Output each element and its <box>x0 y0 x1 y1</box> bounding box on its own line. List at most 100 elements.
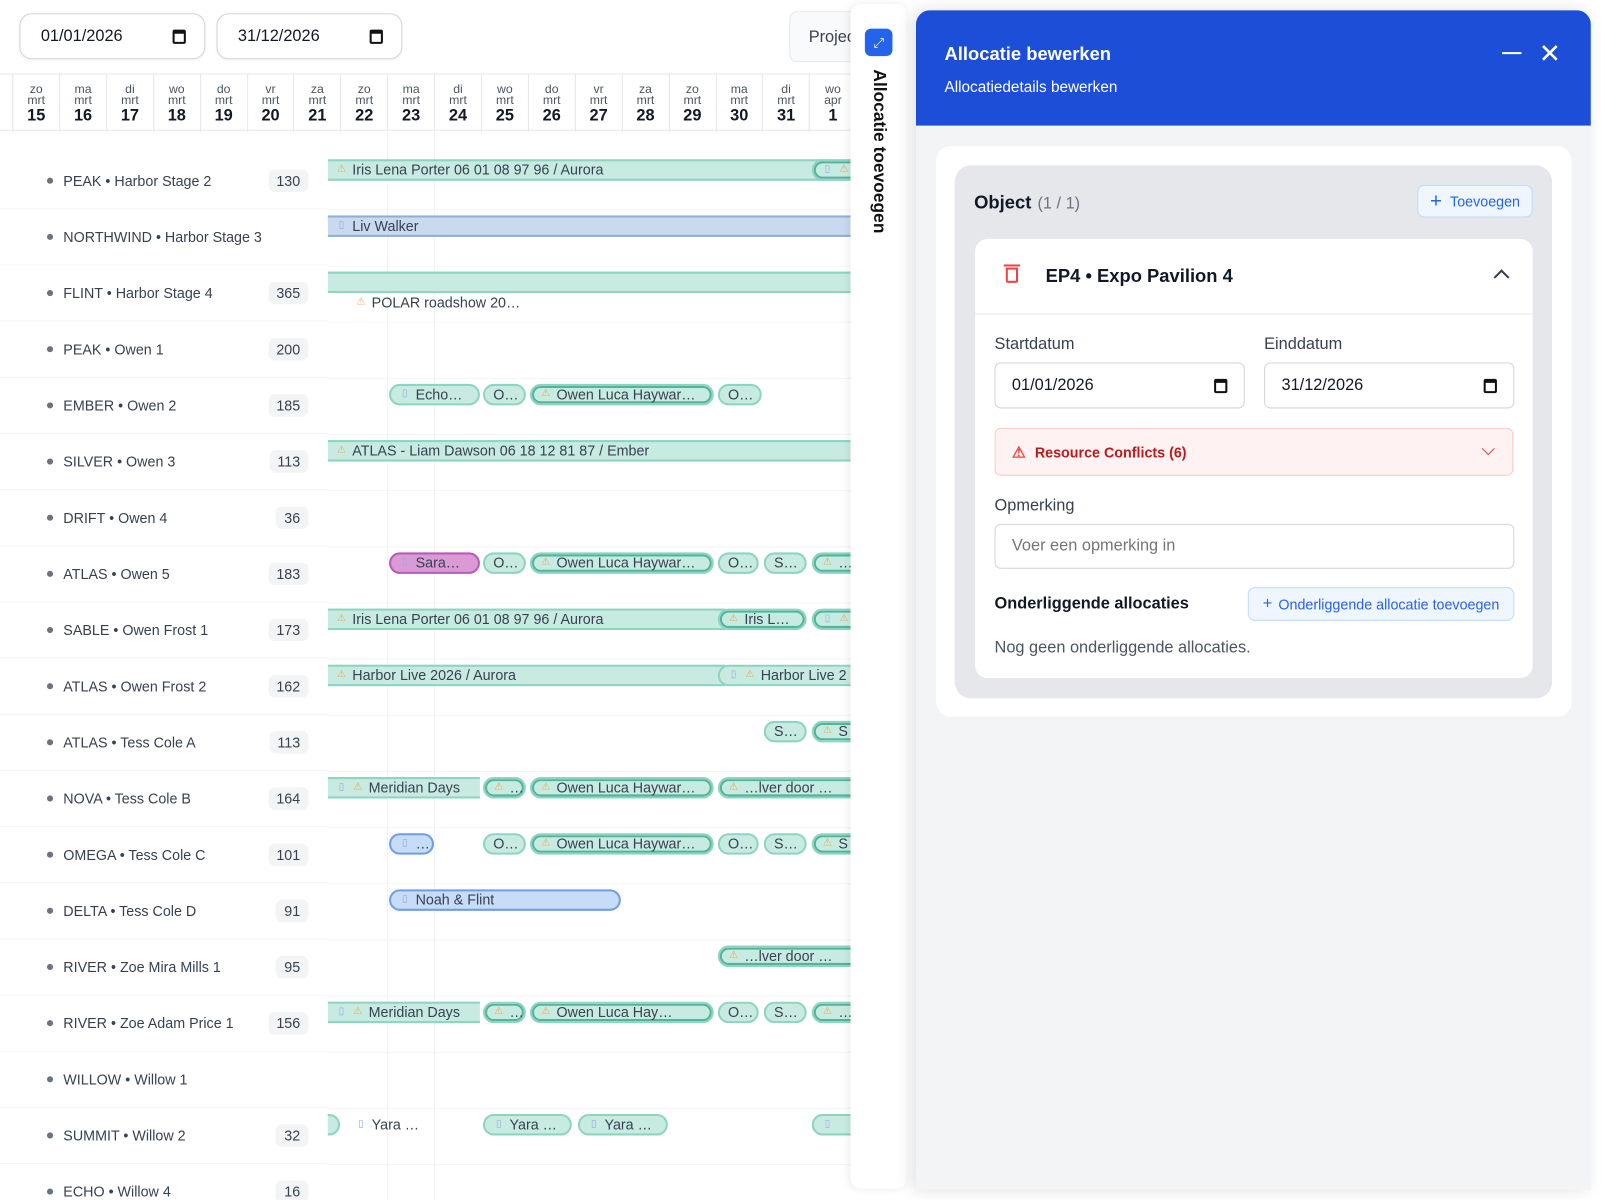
filter-start-date[interactable]: 01/01/2026 <box>19 13 206 60</box>
allocation-bar[interactable]: ⚠ Iris L… <box>717 608 807 630</box>
end-date-label: Einddatum <box>1264 335 1343 354</box>
calendar-icon[interactable] <box>1483 378 1497 393</box>
resource-row[interactable]: SILVER • Owen 3 113 <box>0 434 328 491</box>
resource-row[interactable]: DELTA • Tess Cole D 91 <box>0 883 328 940</box>
add-allocation-tab[interactable]: ⤢ Allocatie toevoegen <box>850 4 907 1189</box>
resource-conflicts-toggle[interactable]: ⚠ Resource Conflicts (6) <box>994 427 1514 476</box>
panel-subtitle: Allocatiedetails bewerken <box>944 78 1118 96</box>
resource-row[interactable]: WILLOW • Willow 1 <box>0 1052 328 1108</box>
allocation-bar[interactable]: ⚠ Owen Luca Haywar… <box>529 551 714 574</box>
allocation-bar[interactable]: ⚠… <box>811 551 851 574</box>
end-date-field[interactable]: 31/12/2026 <box>1264 362 1515 409</box>
allocation-bar[interactable]: ▯ Noah & Flint <box>389 888 621 911</box>
resource-row[interactable]: NOVA • Tess Cole B 164 <box>0 771 328 828</box>
allocation-bar[interactable]: ▯ ⚠ Harbor Live 2 <box>717 664 851 686</box>
allocation-bar[interactable]: ⚠… <box>482 776 526 798</box>
allocation-bar[interactable]: ⚠ Owen Luca Haywar… <box>529 776 714 798</box>
allocation-bar[interactable]: ⚠… <box>482 1001 526 1023</box>
bullet-icon <box>46 233 54 240</box>
allocation-label: POLAR roadshow 20… <box>371 293 521 310</box>
allocation-bar[interactable]: ⚠ Owen Luca Haywar… <box>529 383 714 405</box>
chevron-up-icon[interactable] <box>1493 269 1510 286</box>
resource-count-badge: 162 <box>268 674 309 698</box>
allocation-bar[interactable]: S… <box>763 551 807 574</box>
allocation-label: … <box>509 1003 524 1020</box>
calendar-icon[interactable] <box>369 29 383 44</box>
resource-count-badge: 101 <box>268 843 309 866</box>
resource-row[interactable]: DRIFT • Owen 4 36 <box>0 490 328 547</box>
allocation-bar[interactable]: ▯ Yara … <box>345 1114 470 1135</box>
allocation-bar[interactable]: ⚠ S <box>811 720 851 742</box>
allocation-bar[interactable]: ⚠ POLAR roadshow 20… <box>345 292 613 313</box>
allocation-bar[interactable]: O… <box>482 551 526 574</box>
resource-row[interactable]: SABLE • Owen Frost 1 173 <box>0 602 328 659</box>
filter-end-date[interactable]: 31/12/2026 <box>216 13 403 60</box>
allocation-label: O… <box>728 553 754 571</box>
allocation-bar[interactable]: ⚠ Owen Luca Hay… <box>529 1001 714 1023</box>
allocation-bar[interactable] <box>327 271 851 293</box>
resource-row[interactable]: ECHO • Willow 4 16 <box>0 1164 328 1200</box>
allocation-bar[interactable]: ▯ <box>811 1113 851 1135</box>
allocation-bar[interactable]: ▯ Yara … <box>482 1113 572 1135</box>
allocation-bar[interactable]: O… <box>717 1001 759 1023</box>
add-object-button[interactable]: + Toevoegen <box>1417 184 1533 218</box>
edit-allocation-panel: Allocatie bewerken Allocatiedetails bewe… <box>915 10 1591 1190</box>
close-icon[interactable]: ✕ <box>1539 40 1561 67</box>
allocation-bar[interactable]: ▯ Yara … <box>577 1113 668 1135</box>
allocation-bar[interactable]: O… <box>482 383 526 405</box>
add-sub-allocation-button[interactable]: + Onderliggende allocatie toevoegen <box>1247 587 1515 621</box>
allocation-label: S… <box>773 553 798 571</box>
resource-row[interactable]: NORTHWIND • Harbor Stage 3 <box>0 209 328 266</box>
allocation-bar[interactable]: ⚠… <box>811 1001 851 1023</box>
allocation-bar[interactable]: ⚠ …lver door … <box>717 945 851 967</box>
allocation-bar[interactable]: ⚠ ATLAS - Liam Dawson 06 18 12 81 87 / Em… <box>327 439 851 462</box>
resource-row[interactable]: EMBER • Owen 2 185 <box>0 378 328 434</box>
allocation-bar[interactable]: ▯ Echo… <box>389 383 480 405</box>
allocation-bar[interactable]: ⚠ Iris Lena Porter 06 01 08 97 96 / Auror… <box>327 158 851 181</box>
object-item-header[interactable]: EP4 • Expo Pavilion 4 <box>975 239 1533 315</box>
resource-row[interactable]: ATLAS • Owen Frost 2 162 <box>0 659 328 715</box>
calendar-icon[interactable] <box>1214 378 1228 393</box>
allocation-bar[interactable]: ▯ ⚠ <box>811 158 851 181</box>
allocation-bar[interactable]: O… <box>717 832 759 855</box>
allocation-bar[interactable]: ⚠ S <box>811 832 851 855</box>
resource-row[interactable]: PEAK • Harbor Stage 2 130 <box>0 153 328 210</box>
resource-row[interactable]: SUMMIT • Willow 2 32 <box>0 1108 328 1165</box>
allocation-bar[interactable]: S… <box>763 1001 807 1023</box>
allocation-bar[interactable]: ▯ ⚠ <box>811 608 851 630</box>
resource-row[interactable]: RIVER • Zoe Adam Price 1 156 <box>0 996 328 1052</box>
resource-row[interactable]: ATLAS • Owen 5 183 <box>0 546 328 603</box>
allocation-bar[interactable]: ⚠ Iris Lena Porter 06 01 08 97 96 / Auror… <box>327 608 725 630</box>
resource-row[interactable]: FLINT • Harbor Stage 4 365 <box>0 265 328 322</box>
allocation-bar[interactable]: O… <box>717 551 759 574</box>
allocation-label: Yara … <box>509 1115 557 1132</box>
allocation-bar[interactable]: S… <box>763 832 807 855</box>
warning-icon: ⚠ <box>541 556 551 568</box>
calendar-icon[interactable] <box>172 29 186 44</box>
allocation-bar[interactable]: ⚠ Owen Luca Haywar… <box>529 832 714 855</box>
allocation-bar[interactable]: ▯… <box>389 832 434 855</box>
start-date-field[interactable]: 01/01/2026 <box>994 362 1245 409</box>
allocation-bar[interactable]: O… <box>717 383 762 405</box>
warning-icon: ⚠ <box>541 837 551 849</box>
allocation-bar[interactable]: ⚠ …lver door … <box>717 776 851 798</box>
allocation-bar[interactable] <box>327 1113 341 1135</box>
allocation-bar[interactable]: ▯ ⚠ Meridian Days <box>327 1001 480 1023</box>
minimize-icon[interactable] <box>1502 52 1522 55</box>
allocation-bar[interactable]: ▯ Liv Walker <box>327 214 851 237</box>
document-icon: ▯ <box>338 781 345 793</box>
resource-row[interactable]: OMEGA • Tess Cole C 101 <box>0 827 328 884</box>
expand-icon[interactable]: ⤢ <box>864 28 893 57</box>
allocation-label: O… <box>728 1003 754 1020</box>
allocation-bar[interactable]: S… <box>763 720 807 742</box>
trash-icon[interactable] <box>1003 264 1021 283</box>
remark-input[interactable] <box>994 523 1515 569</box>
resource-row[interactable]: RIVER • Zoe Mira Mills 1 95 <box>0 939 328 996</box>
warning-icon: ⚠ <box>839 612 849 624</box>
resource-row[interactable]: PEAK • Owen 1 200 <box>0 322 328 378</box>
allocation-bar[interactable]: ▯ ⚠ Meridian Days <box>327 776 480 798</box>
allocation-bar[interactable]: O… <box>482 832 526 855</box>
resource-row[interactable]: ATLAS • Tess Cole A 113 <box>0 715 328 771</box>
allocation-bar[interactable]: ⚠ Harbor Live 2026 / Aurora <box>327 664 725 686</box>
allocation-bar[interactable]: ▯ Sara… <box>389 551 480 574</box>
